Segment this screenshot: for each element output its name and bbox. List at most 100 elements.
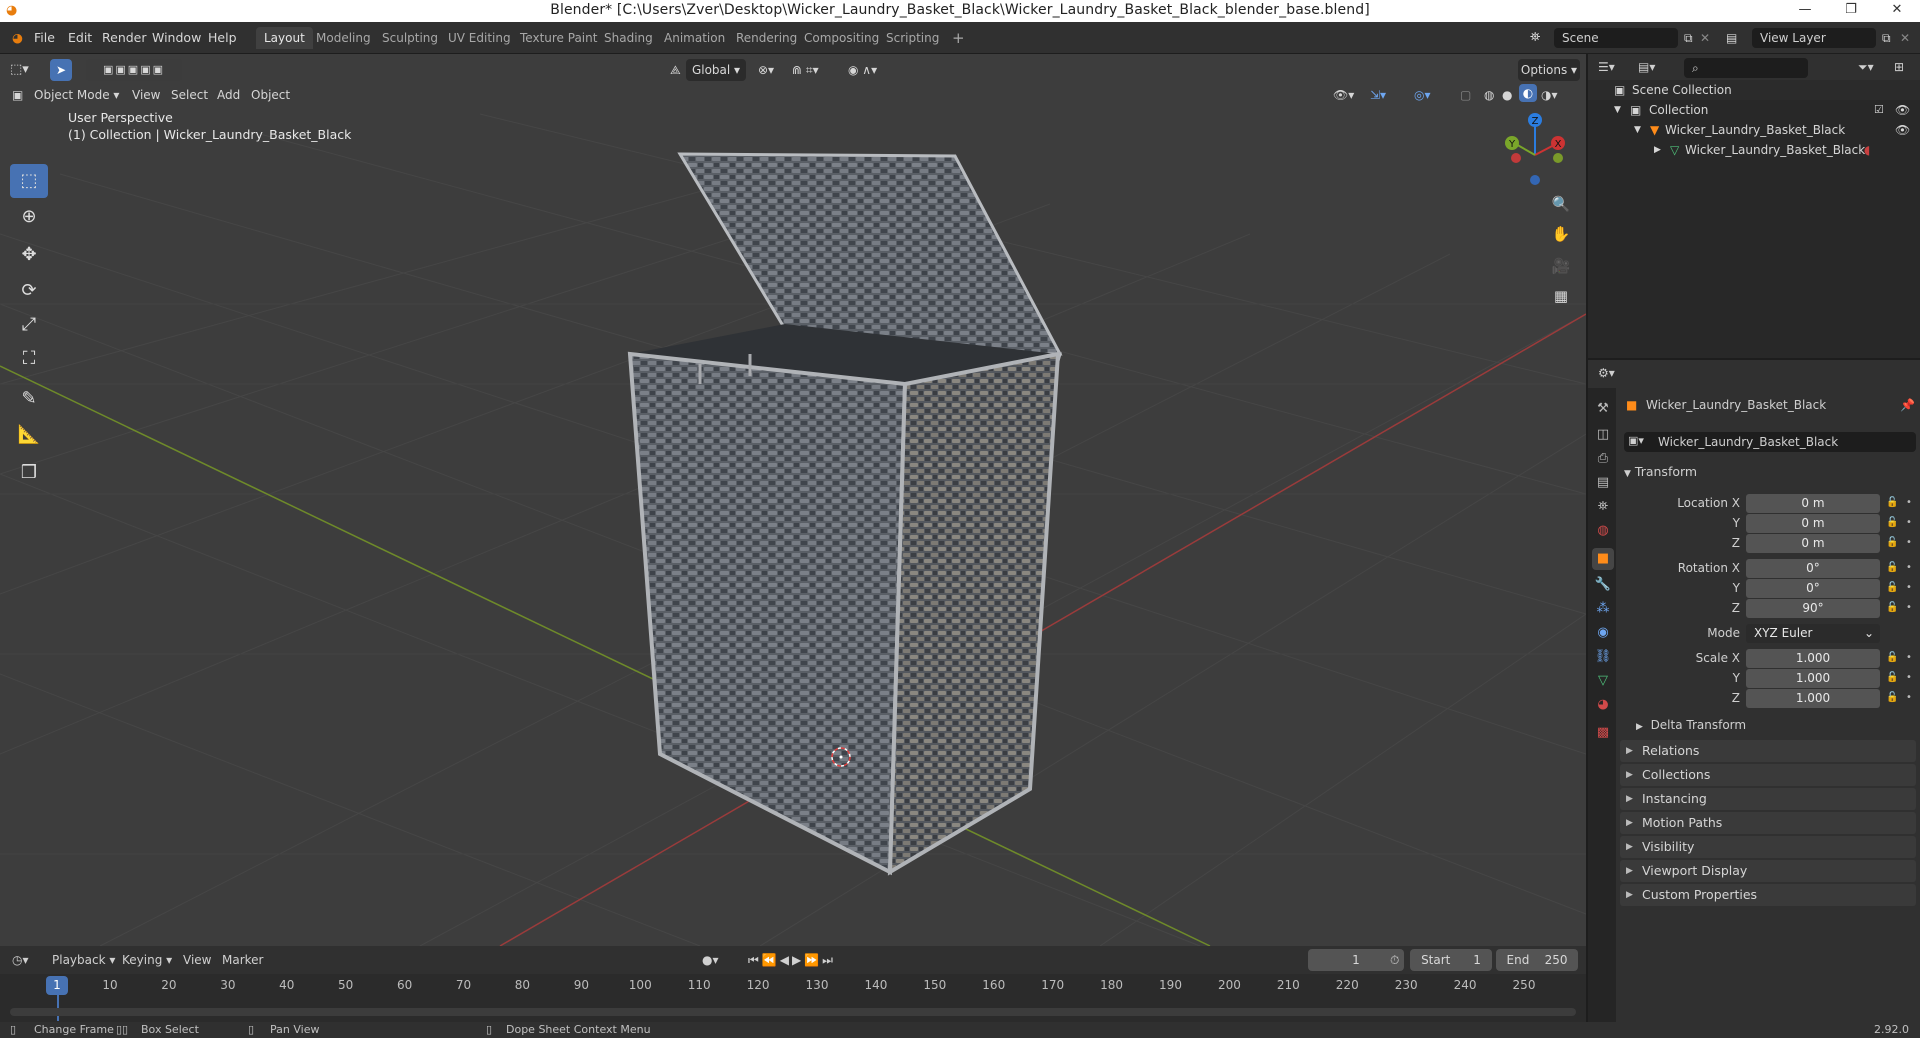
keyframe-dot-icon[interactable]: • xyxy=(1906,537,1912,548)
solid-shading-icon[interactable]: ● xyxy=(1502,84,1512,106)
outliner-row-mesh[interactable]: ▶ ▽ Wicker_Laundry_Basket_Black ◖ xyxy=(1588,140,1920,160)
remove-scene-icon[interactable]: ✕ xyxy=(1694,28,1716,48)
menu-view[interactable]: View xyxy=(132,84,160,106)
outliner-row-scene-collection[interactable]: ▣ Scene Collection xyxy=(1588,80,1920,100)
object-datablock-field[interactable]: ▣▾ Wicker_Laundry_Basket_Black xyxy=(1624,432,1916,452)
start-frame-field[interactable]: Start 1 xyxy=(1410,949,1492,971)
world-tab-icon[interactable]: ◍ xyxy=(1592,520,1614,542)
menu-help[interactable]: Help xyxy=(202,28,243,48)
material-tab-icon[interactable]: ◕ xyxy=(1592,694,1614,716)
marker-menu[interactable]: Marker xyxy=(222,950,263,970)
timeline-view-menu[interactable]: View xyxy=(183,950,211,970)
timeline-ruler[interactable]: 1 10 20 30 40 50 60 70 80 90 100 110 120 130 140 150 160… xyxy=(0,974,1586,1021)
wireframe-shading-icon[interactable]: ◍ xyxy=(1484,84,1494,106)
menu-add[interactable]: Add xyxy=(217,84,240,106)
move-tool-icon[interactable]: ✥ xyxy=(10,238,48,272)
properties-editor-type-icon[interactable]: ⚙▾ xyxy=(1598,366,1615,380)
keyframe-dot-icon[interactable]: • xyxy=(1906,692,1912,703)
lock-icon[interactable]: 🔓 xyxy=(1886,582,1898,593)
scale-z-field[interactable]: 1.000 xyxy=(1746,689,1880,708)
end-frame-field[interactable]: End 250 xyxy=(1496,949,1578,971)
lock-icon[interactable]: 🔓 xyxy=(1886,562,1898,573)
collapse-arrow-icon[interactable]: ▶ xyxy=(1654,140,1661,160)
visibility-icon[interactable]: 👁▾ xyxy=(1333,84,1354,106)
keyframe-dot-icon[interactable]: • xyxy=(1906,582,1912,593)
location-y-field[interactable]: 0 m xyxy=(1746,514,1880,533)
datablock-browse-icon[interactable]: ▣▾ xyxy=(1628,434,1644,447)
gizmo-toggle-icon[interactable]: ⇲▾ xyxy=(1370,84,1386,106)
playback-controls-icon[interactable]: ⏮⏪◀▶⏩⏭ xyxy=(748,950,836,970)
custom-properties-panel[interactable]: ▶ Custom Properties xyxy=(1620,884,1916,906)
location-x-field[interactable]: 0 m xyxy=(1746,494,1880,513)
instancing-panel[interactable]: ▶ Instancing xyxy=(1620,788,1916,810)
menu-file[interactable]: File xyxy=(28,28,61,48)
minimize-button[interactable]: — xyxy=(1782,0,1828,22)
lock-icon[interactable]: 🔓 xyxy=(1886,692,1898,703)
lock-icon[interactable]: 🔓 xyxy=(1886,517,1898,528)
data-tab-icon[interactable]: ▽ xyxy=(1592,670,1614,692)
blender-menu-icon[interactable]: ◕ xyxy=(6,28,29,48)
keyframe-dot-icon[interactable]: • xyxy=(1906,562,1912,573)
material-shading-icon[interactable]: ◐ xyxy=(1519,84,1537,102)
tab-animation[interactable]: Animation xyxy=(656,27,733,49)
ortho-toggle-icon[interactable]: ▦ xyxy=(1547,282,1575,310)
collections-panel[interactable]: ▶ Collections xyxy=(1620,764,1916,786)
timeline-scrollbar[interactable] xyxy=(10,1008,1576,1016)
relations-panel[interactable]: ▶ Relations xyxy=(1620,740,1916,762)
scale-x-field[interactable]: 1.000 xyxy=(1746,649,1880,668)
camera-view-icon[interactable]: 🎥 xyxy=(1547,252,1575,280)
tab-sculpting[interactable]: Sculpting xyxy=(374,27,446,49)
delta-transform-panel[interactable]: ▶ Delta Transform xyxy=(1636,718,1746,732)
xray-icon[interactable]: ▢ xyxy=(1460,84,1471,106)
menu-select[interactable]: Select xyxy=(171,84,208,106)
object-mode-icon[interactable]: ▣ xyxy=(12,84,23,106)
rotate-tool-icon[interactable]: ⟳ xyxy=(10,274,48,308)
tab-texture-paint[interactable]: Texture Paint xyxy=(512,27,605,49)
expand-arrow-icon[interactable]: ▼ xyxy=(1634,120,1641,140)
visibility-panel[interactable]: ▶ Visibility xyxy=(1620,836,1916,858)
keyframe-dot-icon[interactable]: • xyxy=(1906,652,1912,663)
particles-tab-icon[interactable]: ⁂ xyxy=(1592,598,1614,620)
add-workspace-icon[interactable]: + xyxy=(944,27,973,49)
keyframe-dot-icon[interactable]: • xyxy=(1906,497,1912,508)
zoom-view-icon[interactable]: 🔍 xyxy=(1547,190,1575,218)
output-tab-icon[interactable]: ⎙ xyxy=(1592,448,1614,470)
rotation-z-field[interactable]: 90° xyxy=(1746,599,1880,618)
lock-icon[interactable]: 🔓 xyxy=(1886,537,1898,548)
menu-render[interactable]: Render xyxy=(96,28,153,48)
navigation-gizmo[interactable]: Z X Y xyxy=(1500,110,1570,190)
rotation-mode-dropdown[interactable]: XYZ Euler ⌄ xyxy=(1746,624,1880,643)
tool-tab-icon[interactable]: ⚒ xyxy=(1592,398,1614,420)
measure-tool-icon[interactable]: 📐 xyxy=(10,418,48,452)
overlays-icon[interactable]: ◎▾ xyxy=(1414,84,1431,106)
viewport-display-panel[interactable]: ▶ Viewport Display xyxy=(1620,860,1916,882)
expand-arrow-icon[interactable]: ▼ xyxy=(1614,100,1621,120)
outliner-editor-type-icon[interactable]: ☰▾ xyxy=(1598,60,1615,74)
physics-tab-icon[interactable]: ◉ xyxy=(1592,622,1614,644)
outliner-row-object[interactable]: ▼ ▼ Wicker_Laundry_Basket_Black 👁 xyxy=(1588,120,1920,140)
object-tab-icon[interactable]: ■ xyxy=(1592,548,1614,570)
scene-field[interactable]: Scene xyxy=(1554,28,1678,48)
menu-window[interactable]: Window xyxy=(146,28,207,48)
scene-icon[interactable]: ⛯ xyxy=(1524,28,1546,48)
menu-edit[interactable]: Edit xyxy=(62,28,98,48)
rotation-x-field[interactable]: 0° xyxy=(1746,559,1880,578)
viewport-scene[interactable] xyxy=(0,54,1586,946)
remove-view-layer-icon[interactable]: ✕ xyxy=(1894,28,1916,48)
visibility-eye-icon[interactable]: 👁 xyxy=(1895,100,1910,120)
tab-layout[interactable]: Layout xyxy=(256,27,313,49)
rendered-shading-icon[interactable]: ◑▾ xyxy=(1541,84,1558,106)
tab-scripting[interactable]: Scripting xyxy=(878,27,947,49)
close-button[interactable]: ✕ xyxy=(1874,0,1920,22)
view-layer-field[interactable]: View Layer xyxy=(1752,28,1876,48)
filter-icon[interactable]: ⏷▾ xyxy=(1858,60,1874,75)
annotate-tool-icon[interactable]: ✎ xyxy=(10,382,48,416)
transform-panel-header[interactable]: ▼ Transform xyxy=(1624,464,1697,479)
playback-menu[interactable]: Playback ▾ xyxy=(52,950,115,970)
scale-y-field[interactable]: 1.000 xyxy=(1746,669,1880,688)
lock-icon[interactable]: 🔓 xyxy=(1886,652,1898,663)
outliner-row-collection[interactable]: ▼ ▣ Collection ☑ 👁 xyxy=(1588,100,1920,120)
modifier-tab-icon[interactable]: 🔧 xyxy=(1592,574,1614,596)
keyframe-dot-icon[interactable]: • xyxy=(1906,672,1912,683)
scene-tab-icon[interactable]: ⛯ xyxy=(1592,496,1614,518)
